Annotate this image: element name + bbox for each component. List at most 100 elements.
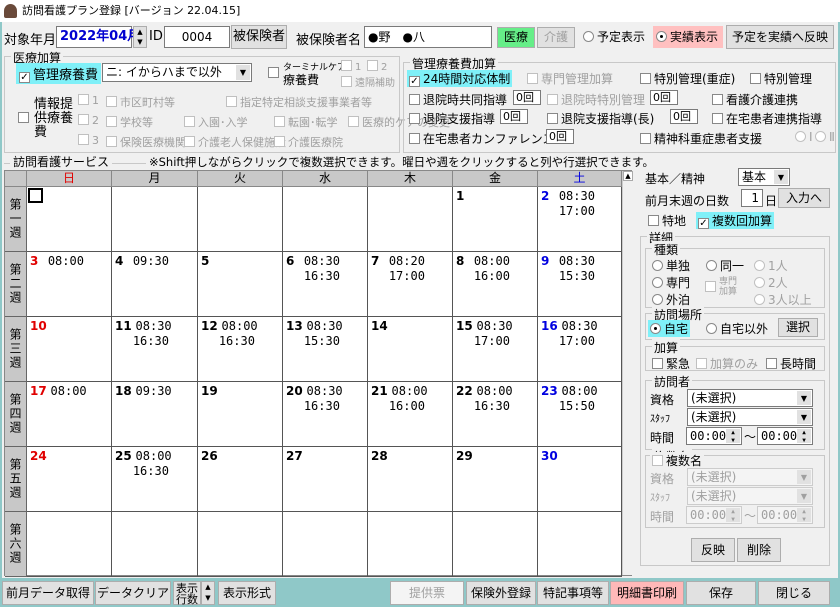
calendar-cell[interactable] xyxy=(198,187,283,252)
teikyo-button[interactable]: 提供票 xyxy=(390,581,464,605)
calendar-cell[interactable]: 29 xyxy=(453,447,538,512)
visitor-time-from[interactable]: 00:00 ▲ ▼ xyxy=(686,427,742,445)
taiin-shien-long-checkbox[interactable]: 退院支援指導(長) xyxy=(545,110,656,127)
rows-spinner[interactable]: ▲ ▼ xyxy=(201,581,215,605)
medical-button[interactable]: 医療 xyxy=(497,27,535,48)
calendar-cell[interactable]: 22 08:00 16:30 xyxy=(453,382,538,447)
calendar-cell[interactable] xyxy=(27,512,112,577)
h24-checkbox[interactable]: ✓ 24時間対応体制 xyxy=(407,70,513,87)
terminal-1-checkbox[interactable]: 1 xyxy=(341,60,361,73)
radio-actual[interactable]: 実績表示 xyxy=(653,26,723,48)
calendar-cell[interactable]: 26 xyxy=(198,447,283,512)
spinner-icon[interactable]: ▲ ▼ xyxy=(726,508,740,523)
addition-only-checkbox[interactable]: 加算のみ xyxy=(694,355,760,372)
insured-button[interactable]: 被保険者 xyxy=(231,25,287,49)
calendar-cell[interactable]: 7 08:20 17:00 xyxy=(368,252,453,317)
non-insurance-button[interactable]: 保険外登録 xyxy=(466,581,536,605)
tandoku-radio[interactable]: 単独 xyxy=(650,257,692,274)
calendar-cell[interactable] xyxy=(538,512,622,577)
calendar-cell[interactable]: 18 09:30 xyxy=(112,382,198,447)
visitor-staff-select[interactable]: (未選択) ▼ xyxy=(687,408,813,426)
data-clear-button[interactable]: データクリア xyxy=(95,581,171,605)
kanri-checkbox[interactable]: ✓ 管理療養費 xyxy=(16,63,102,84)
calendar-cell[interactable] xyxy=(198,512,283,577)
calendar-cell[interactable] xyxy=(112,187,198,252)
calendar-cell[interactable]: 28 xyxy=(368,447,453,512)
tokuchi-checkbox[interactable]: 特地 xyxy=(646,212,688,229)
input-button[interactable]: 入力へ xyxy=(778,188,830,208)
calendar-cell[interactable]: 19 xyxy=(198,382,283,447)
calendar-cell[interactable]: 8 08:00 16:00 xyxy=(453,252,538,317)
calendar-cell[interactable]: 5 xyxy=(198,252,283,317)
close-button[interactable]: 閉じる xyxy=(758,581,830,605)
tokubetsu-checkbox[interactable]: 特別管理 xyxy=(748,70,814,87)
remote-checkbox[interactable]: 遠隔補助 xyxy=(341,74,395,89)
calendar-cell[interactable]: 27 xyxy=(283,447,368,512)
save-button[interactable]: 保存 xyxy=(686,581,756,605)
spinner-icon[interactable]: ▲ ▼ xyxy=(797,429,811,444)
day-header[interactable]: 土 xyxy=(538,171,622,187)
conference-checkbox[interactable]: 在宅患者カンファレンス xyxy=(407,130,556,147)
info-option[interactable]: 入園･入学 xyxy=(182,114,250,130)
info-option[interactable]: 3 xyxy=(76,134,101,147)
day-header[interactable]: 金 xyxy=(453,171,538,187)
calendar-cell[interactable]: 25 08:00 16:30 xyxy=(112,447,198,512)
multiple-addition-checkbox[interactable]: ✓ 複数回加算 xyxy=(696,212,775,229)
calendar-cell[interactable]: 2 08:30 17:00 xyxy=(538,187,622,252)
calendar-cell[interactable] xyxy=(283,512,368,577)
zaitaku-renkei-checkbox[interactable]: 在宅患者連携指導 xyxy=(710,110,824,127)
other-place-radio[interactable]: 自宅以外 xyxy=(704,320,770,337)
calendar-cell[interactable] xyxy=(368,512,453,577)
emergency-checkbox[interactable]: 緊急 xyxy=(650,355,692,372)
calendar-cell[interactable]: 24 xyxy=(27,447,112,512)
care-button[interactable]: 介護 xyxy=(537,27,575,48)
kihon-select[interactable]: 基本 ▼ xyxy=(738,168,790,186)
calendar-cell[interactable] xyxy=(112,512,198,577)
kanri-select[interactable]: ニ: イからハまで以外 ▼ xyxy=(102,63,252,82)
apply-button[interactable]: 反映 xyxy=(691,538,735,562)
calendar-cell[interactable]: 23 08:00 15:50 xyxy=(538,382,622,447)
insured-name-input[interactable]: ●野 ●八 xyxy=(364,26,492,48)
taiin-kyodo-checkbox[interactable]: 退院時共同指導 xyxy=(407,91,509,108)
calendar-cell[interactable]: 3 08:00 xyxy=(27,252,112,317)
taiin-shien-count[interactable]: 0回 xyxy=(500,109,528,124)
id-input[interactable]: 0004 xyxy=(164,26,230,48)
terminal-checkbox[interactable] xyxy=(268,66,282,80)
calendar-cell[interactable]: 1 xyxy=(453,187,538,252)
display-format-button[interactable]: 表示形式 xyxy=(218,581,276,605)
calendar-cell[interactable]: 9 08:30 15:30 xyxy=(538,252,622,317)
calendar-cell[interactable]: 4 09:30 xyxy=(112,252,198,317)
three-person-radio[interactable]: 3人以上 xyxy=(752,291,814,308)
multi-staff-select[interactable]: (未選択) ▼ xyxy=(687,487,813,505)
senmon-radio[interactable]: 専門 xyxy=(650,274,692,291)
senmon-checkbox[interactable]: 専門管理加算 xyxy=(525,70,615,87)
select-button[interactable]: 選択 xyxy=(778,318,818,337)
info-option[interactable]: 指定特定相談支援事業者等 xyxy=(224,94,374,110)
taiin-shien-checkbox[interactable]: 退院支援指導 xyxy=(407,110,497,127)
calendar-cell[interactable]: 17 08:00 xyxy=(27,382,112,447)
week-header[interactable]: 第六週 xyxy=(5,512,27,577)
multi-time-to[interactable]: 00:00 ▲ ▼ xyxy=(757,506,813,524)
taiin-shien-long-count[interactable]: 0回 xyxy=(670,109,698,124)
week-header[interactable]: 第五週 xyxy=(5,447,27,512)
calendar-cell[interactable]: 20 08:30 16:30 xyxy=(283,382,368,447)
calendar-cell[interactable]: 16 08:30 17:00 xyxy=(538,317,622,382)
two-person-radio[interactable]: 2人 xyxy=(752,274,790,291)
prev-month-data-button[interactable]: 前月データ取得 xyxy=(2,581,94,605)
calendar-cell[interactable]: 14 xyxy=(368,317,453,382)
calendar-cell[interactable]: 11 08:30 16:30 xyxy=(112,317,198,382)
visitor-time-to[interactable]: 00:00 ▲ ▼ xyxy=(757,427,813,445)
spinner-icon[interactable]: ▲ ▼ xyxy=(726,429,740,444)
calendar-cell[interactable] xyxy=(453,512,538,577)
calendar-cell[interactable]: 6 08:30 16:30 xyxy=(283,252,368,317)
home-radio[interactable]: 自宅 xyxy=(648,320,691,337)
multi-qual-select[interactable]: (未選択) ▼ xyxy=(687,468,813,486)
radio-plan[interactable]: 予定表示 xyxy=(580,26,650,48)
taiin-kyodo-count[interactable]: 0回 xyxy=(513,90,541,105)
prev-days-input[interactable]: 1 xyxy=(741,189,763,207)
calendar-cell[interactable]: 21 08:00 16:00 xyxy=(368,382,453,447)
info-option[interactable]: 1 xyxy=(76,94,101,107)
delete-button[interactable]: 削除 xyxy=(737,538,781,562)
info-option[interactable]: 転園･転学 xyxy=(272,114,340,130)
day-header[interactable]: 火 xyxy=(198,171,283,187)
